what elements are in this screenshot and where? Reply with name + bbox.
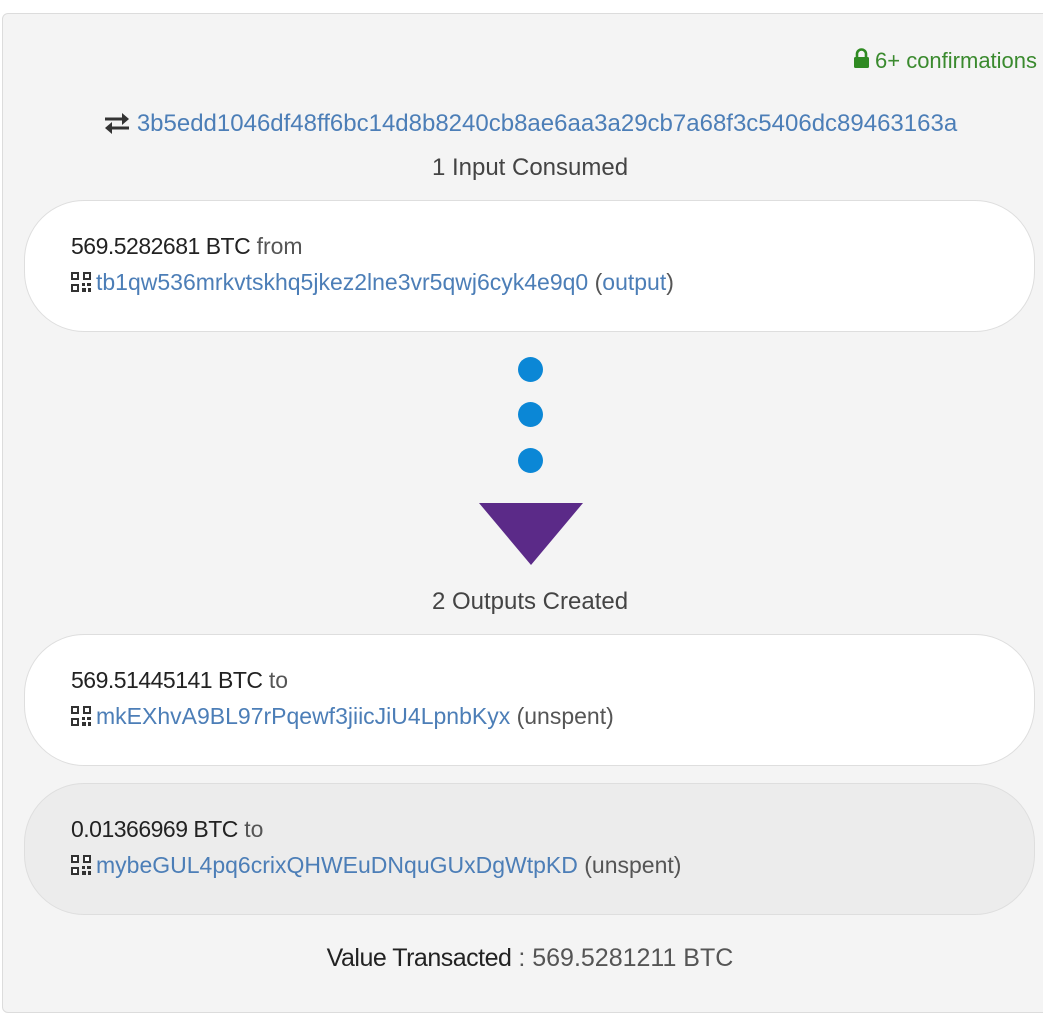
output-amount: 0.01366969 BTC xyxy=(71,816,238,842)
flow-dot xyxy=(518,448,543,473)
input-amount: 569.5282681 BTC xyxy=(71,233,251,259)
flow-dot xyxy=(518,357,543,382)
swap-arrows-icon xyxy=(103,112,131,141)
output-item: 569.51445141 BTC to mkEXhvA9BL97rPqewf3j… xyxy=(24,634,1035,766)
output-address-line: mkEXhvA9BL97rPqewf3jiicJiU4LpnbKyx (unsp… xyxy=(71,703,614,732)
output-amount-line: 0.01366969 BTC to xyxy=(71,816,263,843)
flow-arrow-down-icon xyxy=(479,503,583,565)
input-address-line: tb1qw536mrkvtskhq5jkez2lne3vr5qwj6cyk4e9… xyxy=(71,269,674,298)
output-address-link[interactable]: mybeGUL4pq6crixQHWEuDNquGUxDgWtpKD xyxy=(96,852,578,878)
input-amount-line: 569.5282681 BTC from xyxy=(71,233,303,260)
output-address-line: mybeGUL4pq6crixQHWEuDNquGUxDgWtpKD (unsp… xyxy=(71,852,681,881)
qr-code-icon[interactable] xyxy=(71,705,91,732)
output-address-link[interactable]: mkEXhvA9BL97rPqewf3jiicJiU4LpnbKyx xyxy=(96,703,510,729)
output-status: (unspent) xyxy=(584,852,682,878)
output-amount: 569.51445141 BTC xyxy=(71,667,263,693)
confirmations-text: 6+ confirmations xyxy=(875,48,1038,73)
inputs-title: 1 Input Consumed xyxy=(431,154,629,181)
input-address-link[interactable]: tb1qw536mrkvtskhq5jkez2lne3vr5qwj6cyk4e9… xyxy=(96,269,588,295)
transaction-id-row: 3b5edd1046df48ff6bc14d8b8240cb8ae6aa3a29… xyxy=(0,110,1043,141)
output-direction: to xyxy=(268,667,289,693)
qr-code-icon[interactable] xyxy=(71,854,91,881)
close-paren: ) xyxy=(666,269,674,295)
outputs-title: 2 Outputs Created xyxy=(431,588,629,615)
value-separator: : xyxy=(511,944,533,972)
input-output-link[interactable]: output xyxy=(602,269,666,295)
flow-dot xyxy=(518,402,543,427)
value-transacted-row: Value Transacted : 569.5281211 BTC xyxy=(0,944,1043,973)
value-transacted-label: Value Transacted xyxy=(326,944,512,972)
lock-icon xyxy=(853,48,870,74)
transaction-id-link[interactable]: 3b5edd1046df48ff6bc14d8b8240cb8ae6aa3a29… xyxy=(137,110,957,137)
output-direction: to xyxy=(244,816,264,842)
input-direction: from xyxy=(256,233,303,259)
output-item: 0.01366969 BTC to mybeGUL4pq6crixQHWEuDN… xyxy=(24,783,1035,915)
value-transacted-amount: 569.5281211 BTC xyxy=(532,944,734,972)
output-status: (unspent) xyxy=(516,703,614,729)
input-item: 569.5282681 BTC from tb1qw536mrkvtskhq5j… xyxy=(24,200,1035,332)
qr-code-icon[interactable] xyxy=(71,271,91,298)
output-amount-line: 569.51445141 BTC to xyxy=(71,667,288,694)
confirmations-badge: 6+ confirmations xyxy=(853,48,1037,74)
